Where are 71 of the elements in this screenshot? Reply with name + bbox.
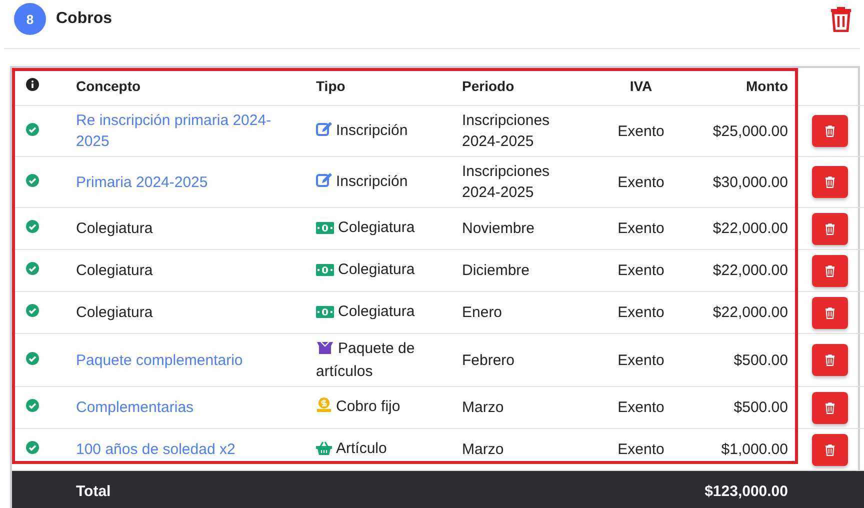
- column-header: Tipo: [308, 68, 454, 106]
- trash-icon: [825, 176, 835, 188]
- table-cell: $25,000.00: [684, 106, 804, 156]
- check-circle-icon: [26, 352, 39, 364]
- table-cell: Enero: [454, 292, 598, 334]
- table-cell: Cobro fijo: [308, 386, 454, 428]
- info-icon: [26, 78, 39, 91]
- table-cell: Colegiatura: [308, 208, 454, 250]
- concept-link[interactable]: 100 años de soledad x2: [76, 439, 300, 460]
- table-cell: $500.00: [684, 334, 804, 386]
- concept-link[interactable]: Paquete complementario: [76, 350, 300, 370]
- table-cell: Inscripción: [308, 156, 454, 208]
- table-cell: Exento: [598, 250, 684, 292]
- table-cell: Exento: [598, 386, 684, 428]
- count-badge: 8: [14, 3, 46, 35]
- column-header: Periodo: [454, 68, 598, 106]
- table-cell: $22,000.00: [684, 250, 804, 292]
- check-circle-icon: [26, 220, 39, 233]
- table-cell: Noviembre: [454, 208, 598, 250]
- concept-link[interactable]: Complementarias: [76, 397, 300, 418]
- column-header: IVA: [598, 68, 684, 106]
- table-cell: Inscripciones 2024-2025: [454, 156, 598, 208]
- check-circle-icon: [26, 399, 39, 412]
- table-cell: Exento: [598, 156, 684, 208]
- table-cell: Diciembre: [454, 250, 598, 292]
- delete-button[interactable]: [812, 392, 848, 424]
- table-cell: Colegiatura: [76, 220, 153, 237]
- table-cell: Colegiatura: [76, 262, 153, 279]
- delete-button[interactable]: [812, 212, 848, 244]
- table-cell: Colegiatura: [308, 292, 454, 334]
- column-header: Concepto: [68, 68, 308, 106]
- total-amount: $123,000.00: [684, 470, 804, 508]
- check-circle-icon: [26, 304, 39, 317]
- trash-icon: [825, 125, 835, 137]
- trash-icon: [825, 264, 835, 276]
- check-circle-icon: [26, 262, 39, 275]
- concept-link[interactable]: Primaria 2024-2025: [76, 172, 300, 192]
- table-cell: Febrero: [454, 334, 598, 386]
- check-circle-icon: [26, 122, 39, 136]
- delete-button[interactable]: [812, 254, 848, 286]
- table-cell: $22,000.00: [684, 292, 804, 334]
- table-cell: Exento: [598, 208, 684, 250]
- table-cell: $30,000.00: [684, 156, 804, 208]
- table-cell: Colegiatura: [308, 250, 454, 292]
- table-cell: $500.00: [684, 386, 804, 428]
- table-cell: Marzo: [454, 386, 598, 428]
- table-cell: Exento: [598, 106, 684, 156]
- table-cell: Exento: [598, 334, 684, 386]
- table-cell: $22,000.00: [684, 208, 804, 250]
- trash-icon: [825, 354, 835, 366]
- check-circle-icon: [26, 441, 39, 454]
- table-cell: Inscripciones 2024-2025: [454, 106, 598, 156]
- table-cell: Inscripción: [308, 106, 454, 156]
- delete-button[interactable]: [812, 296, 848, 328]
- delete-icon[interactable]: [830, 6, 852, 32]
- check-circle-icon: [26, 174, 39, 186]
- delete-button[interactable]: [812, 344, 848, 376]
- trash-icon: [825, 444, 835, 456]
- table-cell: Colegiatura: [76, 304, 153, 321]
- concept-link[interactable]: Re inscripción primaria 2024-2025: [76, 110, 300, 152]
- table-cell: Paquete de artículos: [308, 334, 454, 386]
- delete-button[interactable]: [812, 434, 848, 466]
- total-label: Total: [68, 470, 308, 508]
- delete-button[interactable]: [812, 115, 848, 147]
- section-title: Cobros: [56, 10, 113, 28]
- trash-icon: [825, 306, 835, 318]
- trash-icon: [825, 222, 835, 234]
- table-cell: Exento: [598, 292, 684, 334]
- delete-button[interactable]: [812, 166, 848, 198]
- trash-icon: [825, 402, 835, 414]
- column-header: Monto: [684, 68, 804, 106]
